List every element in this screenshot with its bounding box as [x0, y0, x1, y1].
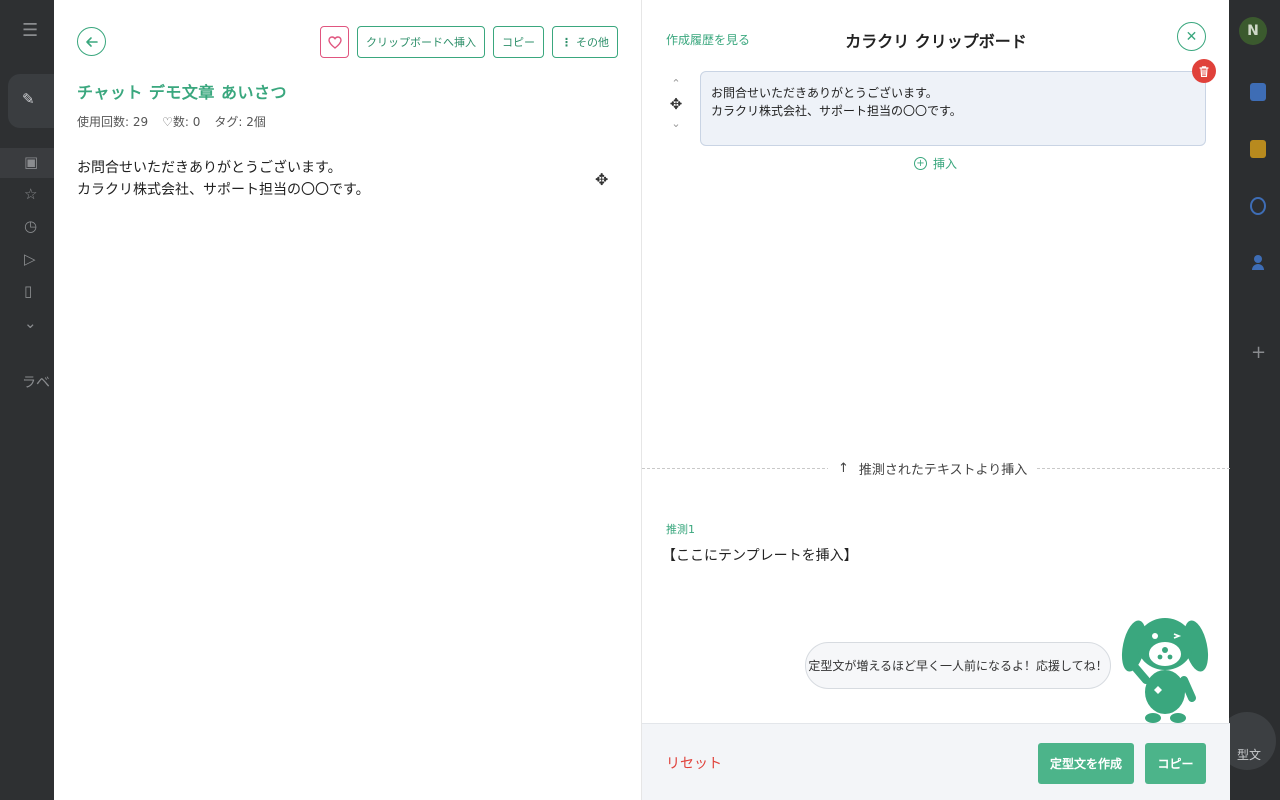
insert-label: 挿入 [933, 157, 958, 171]
arrow-up-icon: ↑ [838, 461, 849, 476]
labels-heading: ラベ [22, 375, 50, 391]
create-template-button[interactable]: 定型文を作成 [1038, 743, 1134, 784]
pencil-icon: ✎ [22, 90, 35, 108]
template-body-line: お問合せいただきありがとうございます。 [77, 160, 342, 176]
copy-button[interactable]: コピー [493, 26, 544, 58]
panel-footer: リセット 定型文を作成 コピー [642, 723, 1230, 800]
insert-button[interactable]: + 挿入 [914, 155, 957, 172]
insert-to-clipboard-button[interactable]: クリップボードへ挿入 [357, 26, 485, 58]
template-meta: 使用回数: 29 ♡数: 0 タグ: 2個 [77, 113, 266, 130]
inbox-row: ▣ [0, 148, 54, 178]
more-label: その他 [576, 36, 609, 49]
clipboard-item[interactable]: お問合せいただきありがとうございます。 カラクリ株式会社、サポート担当の〇〇です… [700, 71, 1206, 146]
usage-count: 使用回数: 29 [77, 115, 149, 129]
copy-clipboard-button[interactable]: コピー [1145, 743, 1206, 784]
background-rail: N [1229, 0, 1280, 800]
delete-button[interactable] [1192, 59, 1216, 83]
contacts-app-icon [1250, 254, 1266, 272]
tasks-app-icon [1250, 197, 1266, 215]
clock-icon: ◷ [24, 217, 38, 235]
reorder-controls: ⌃ ✥ ⌄ [668, 76, 684, 132]
panel-title: カラクリ クリップボード [845, 32, 1027, 51]
clipboard-item-line: カラクリ株式会社、サポート担当の〇〇です。 [711, 104, 962, 118]
heart-icon [327, 35, 342, 49]
template-body: お問合せいただきありがとうございます。 カラクリ株式会社、サポート担当の〇〇です… [77, 157, 370, 201]
move-icon[interactable]: ✥ [595, 170, 608, 189]
template-title: チャット デモ文章 あいさつ [77, 83, 287, 102]
speech-text: 定型文が増えるほど早く一人前になるよ！応援してね！ [808, 659, 1108, 673]
back-button[interactable] [77, 27, 106, 56]
background-sidebar: ☰ ✎ ▣ ☆ ◷ ▷ ▯ ⌄ ラベ [0, 0, 54, 800]
chevron-down-icon: ⌄ [24, 314, 37, 332]
chevron-down-icon[interactable]: ⌄ [671, 116, 680, 132]
template-body-line: カラクリ株式会社、サポート担当の〇〇です。 [77, 182, 370, 198]
trash-icon [1199, 65, 1209, 77]
close-icon: ✕ [1185, 28, 1198, 45]
add-circle-icon: + [914, 157, 927, 170]
send-icon: ▷ [24, 250, 36, 268]
insert-from-suggestion[interactable]: ↑ 推測されたテキストより挿入 [828, 459, 1038, 478]
plus-icon: + [1251, 342, 1267, 363]
menu-icon: ☰ [22, 20, 39, 41]
detail-toolbar: クリップボードへ挿入 コピー ⋮ その他 [320, 26, 618, 58]
suggestion-text[interactable]: 【ここにテンプレートを挿入】 [662, 545, 858, 565]
chevron-up-icon[interactable]: ⌃ [671, 76, 680, 92]
template-detail-panel: クリップボードへ挿入 コピー ⋮ その他 チャット デモ文章 あいさつ 使用回数… [54, 0, 641, 800]
compose-button: ✎ [8, 74, 54, 128]
calendar-app-icon [1250, 83, 1266, 101]
floating-button-label: 型文 [1236, 747, 1261, 762]
mascot-dog-illustration [1121, 618, 1209, 723]
inbox-icon: ▣ [24, 153, 39, 171]
close-button[interactable]: ✕ [1177, 22, 1206, 51]
favorite-button[interactable] [320, 26, 349, 58]
like-count: ♡数: 0 [162, 115, 201, 129]
star-icon: ☆ [24, 185, 38, 203]
file-icon: ▯ [24, 282, 33, 300]
arrow-left-icon [85, 36, 98, 47]
clipboard-item-line: お問合せいただきありがとうございます。 [711, 86, 938, 100]
reset-button[interactable]: リセット [666, 753, 722, 773]
more-vert-icon: ⋮ [561, 35, 572, 49]
tag-count: タグ: 2個 [214, 115, 266, 129]
clipboard-panel: 作成履歴を見る カラクリ クリップボード ✕ ⌃ ✥ ⌄ お問合せいただきありが… [641, 0, 1230, 800]
keep-app-icon [1250, 140, 1266, 158]
avatar: N [1239, 17, 1267, 45]
drag-handle-icon[interactable]: ✥ [670, 96, 683, 112]
mascot-speech-bubble: 定型文が増えるほど早く一人前になるよ！応援してね！ [805, 642, 1111, 689]
suggestion-label: 推測1 [666, 523, 695, 536]
divider-label: 推測されたテキストより挿入 [858, 463, 1028, 478]
more-button[interactable]: ⋮ その他 [552, 26, 618, 58]
